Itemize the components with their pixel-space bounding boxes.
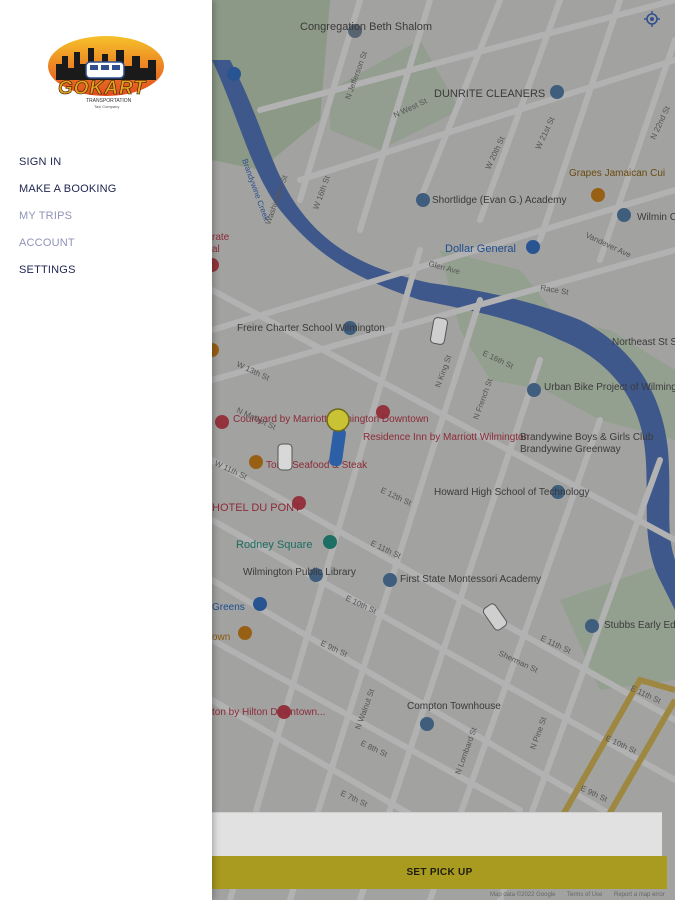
menu-item-sign-in[interactable]: SIGN IN bbox=[19, 152, 117, 179]
set-pickup-button[interactable]: SET PICK UP bbox=[212, 856, 667, 889]
menu-item-my-trips[interactable]: MY TRIPS bbox=[19, 206, 117, 233]
menu-item-account[interactable]: ACCOUNT bbox=[19, 233, 117, 260]
menu-item-make-booking[interactable]: MAKE A BOOKING bbox=[19, 179, 117, 206]
navigation-drawer: GOKART TRANSPORTATION Taxi Company SIGN … bbox=[0, 0, 212, 900]
drawer-menu: SIGN IN MAKE A BOOKING MY TRIPS ACCOUNT … bbox=[19, 152, 117, 287]
gps-locate-icon[interactable] bbox=[644, 11, 660, 27]
report-map-error-link[interactable]: Report a map error bbox=[614, 892, 665, 898]
map-attribution: Map data ©2022 Google Terms of Use Repor… bbox=[490, 892, 675, 898]
booking-panel bbox=[212, 812, 662, 859]
menu-item-settings[interactable]: SETTINGS bbox=[19, 260, 117, 287]
logo-subtag: Taxi Company bbox=[94, 104, 120, 109]
gokart-logo: GOKART TRANSPORTATION Taxi Company bbox=[46, 34, 166, 110]
logo-brand: GOKART bbox=[58, 78, 146, 100]
map-data-credit: Map data ©2022 Google bbox=[490, 892, 556, 898]
terms-link[interactable]: Terms of Use bbox=[567, 892, 602, 898]
